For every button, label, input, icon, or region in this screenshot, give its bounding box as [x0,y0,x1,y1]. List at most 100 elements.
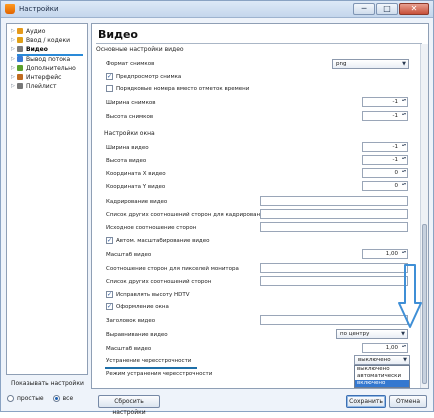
chevron-down-icon: ▼ [403,357,407,363]
scale-spinbox[interactable]: 1,00 [362,343,408,353]
preview-snapshot-checkbox[interactable]: ✓ [106,73,113,80]
auto-scale-checkbox[interactable]: ✓ [106,237,113,244]
decorations-checkbox[interactable]: ✓ [106,303,113,310]
monitor-aspect-label: Соотношение сторон для пикселей монитора [106,266,239,272]
preferences-window: Настройки ─ □ ✕ ▷ Аудио ▷ Ввод / кодеки … [0,0,434,416]
minimize-button[interactable]: ─ [353,3,375,15]
settings-panel: Видео Основные настройки видео Формат сн… [91,23,429,389]
snapshot-height-spinbox[interactable]: -1 [362,111,408,121]
snapshot-format-select[interactable]: png ▼ [332,59,409,69]
sidebar-item-advanced[interactable]: ▷ Дополнительно [11,64,76,72]
hdtv-fix-label: Исправлять высоту HDTV [116,291,190,298]
sidebar-item-stream-output[interactable]: ▷ Вывод потока [11,55,70,63]
alignment-label: Выравнивание видео [106,332,168,338]
sidebar-item-audio[interactable]: ▷ Аудио [11,27,45,35]
deinterlace-select[interactable]: выключено ▼ [354,355,410,365]
other-aspects-label: Список других соотношений сторон [106,279,212,285]
interface-icon [17,74,23,80]
snapshot-width-spinbox[interactable]: -1 [362,97,408,107]
dropdown-option-auto[interactable]: автоматически [355,373,409,380]
decorations-row[interactable]: ✓ Оформление окна [106,303,169,310]
decorations-label: Оформление окна [116,303,169,310]
video-title-label: Заголовок видео [106,318,156,324]
deinterlace-dropdown-list: выключено автоматически включено [354,365,410,388]
other-aspects-input[interactable] [260,276,408,286]
sidebar-item-label: Плейлист [26,82,57,90]
hdtv-fix-row[interactable]: ✓ Исправлять высоту HDTV [106,291,190,298]
sidebar-item-label: Интерфейс [26,73,62,81]
video-title-input[interactable] [260,315,408,325]
sequential-numbers-label: Порядковые номера вместо отметок времени [116,85,250,92]
radio-all-label: все [62,395,74,402]
deinterlace-mode-label: Режим устранения чересстрочности [106,371,213,377]
preview-snapshot-label: Предпросмотр снимка [116,73,182,80]
video-height-label: Высота видео [106,158,147,164]
maximize-button[interactable]: □ [376,3,398,15]
window-title: Настройки [19,5,59,13]
window-controls: ─ □ ✕ [353,3,429,15]
video-width-label: Ширина видео [106,145,149,151]
section-main-video: Основные настройки видео [96,46,184,53]
sidebar-item-playlist[interactable]: ▷ Плейлист [11,82,56,90]
category-tree: ▷ Аудио ▷ Ввод / кодеки ▷ Видео ▷ Вывод … [6,23,88,375]
stream-output-icon [17,56,23,62]
video-height-spinbox[interactable]: -1 [362,155,408,165]
show-settings-label: Показывать настройки [11,380,84,387]
cancel-button[interactable]: Отмена [389,395,427,408]
video-x-label: Координата X видео [106,171,166,177]
video-scale-spinbox[interactable]: 1,00 [362,249,408,259]
sidebar-item-interface[interactable]: ▷ Интерфейс [11,73,61,81]
save-button[interactable]: Сохранить [346,395,386,408]
crop-input[interactable] [260,196,408,206]
video-y-spinbox[interactable]: 0 [362,181,408,191]
sidebar-item-label: Вывод потока [26,55,71,63]
sidebar-item-label: Дополнительно [26,64,76,72]
crop-ratios-input[interactable] [260,209,408,219]
monitor-aspect-input[interactable] [260,263,408,273]
source-aspect-input[interactable] [260,222,408,232]
video-width-spinbox[interactable]: -1 [362,142,408,152]
page-title: Видео [98,28,138,41]
alignment-select[interactable]: по центру ▼ [336,329,408,339]
deinterlace-label: Устранение чересстрочности [106,358,192,364]
close-button[interactable]: ✕ [399,3,429,15]
deinterlace-value: выключено [358,357,391,363]
sidebar-item-label: Видео [26,45,48,53]
hdtv-fix-checkbox[interactable]: ✓ [106,291,113,298]
scale-label: Масштаб видео [106,346,152,352]
video-x-spinbox[interactable]: 0 [362,168,408,178]
chevron-down-icon: ▼ [402,61,406,67]
codec-icon [17,37,23,43]
preview-snapshot-row[interactable]: ✓ Предпросмотр снимка [106,73,181,80]
sequential-numbers-row[interactable]: Порядковые номера вместо отметок времени [106,85,249,92]
chevron-down-icon: ▼ [401,331,405,337]
radio-all[interactable] [52,395,60,402]
snapshot-format-label: Формат снимков [106,61,155,67]
settings-mode-group: простые все [7,395,73,402]
snapshot-width-label: Ширина снимков [106,100,156,106]
reset-settings-button[interactable]: Сбросить настройки [98,395,160,416]
title-bar[interactable]: Настройки ─ □ ✕ [1,1,433,18]
advanced-icon [17,65,23,71]
crop-label: Кадрирование видео [106,199,168,205]
dropdown-option-on[interactable]: включено [355,380,409,387]
dropdown-option-off[interactable]: выключено [355,366,409,373]
sidebar-item-video[interactable]: ▷ Видео [11,45,48,53]
video-y-label: Координата Y видео [106,184,166,190]
sequential-numbers-checkbox[interactable] [106,85,113,92]
radio-simple[interactable] [7,395,14,402]
auto-scale-label: Автом. масштабирование видео [116,237,210,244]
radio-simple-label: простые [17,395,44,402]
crop-ratios-label: Список других соотношений сторон для кад… [106,212,267,218]
snapshot-format-value: png [336,61,347,67]
panel-scrollbar[interactable] [420,44,428,388]
sidebar-item-label: Ввод / кодеки [26,36,70,44]
sidebar-item-codecs[interactable]: ▷ Ввод / кодеки [11,36,70,44]
playlist-icon [17,83,23,89]
alignment-value: по центру [340,331,370,337]
video-icon [17,46,23,52]
vlc-cone-icon [5,4,15,14]
section-window-settings: Настройки окна [104,130,155,137]
video-scale-label: Масштаб видео [106,252,152,258]
auto-scale-row[interactable]: ✓ Автом. масштабирование видео [106,237,209,244]
